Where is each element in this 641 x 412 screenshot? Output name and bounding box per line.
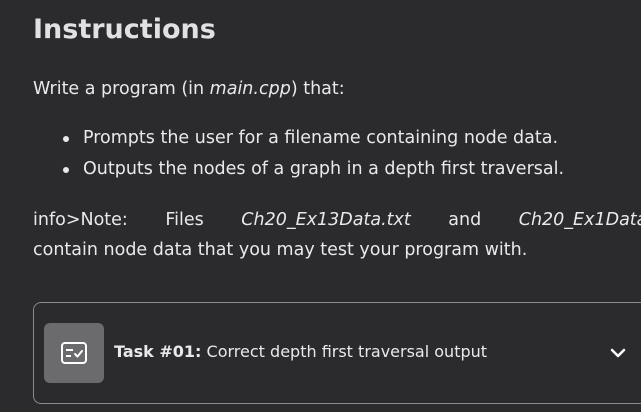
intro-after: ) that: — [290, 79, 345, 99]
list-item-text: Prompts the user for a filename containi… — [83, 128, 559, 148]
list-item-text: Outputs the nodes of a graph in a depth … — [83, 159, 565, 179]
requirements-list: Prompts the user for a filename containi… — [63, 125, 564, 187]
checklist-icon — [44, 323, 104, 383]
intro-before: Write a program (in — [33, 79, 210, 99]
bullet-dot — [63, 167, 69, 173]
checklist-icon-glyph — [61, 342, 87, 364]
note-file-1: Ch20_Ex13Data.txt — [241, 210, 411, 230]
list-item: Prompts the user for a filename containi… — [63, 125, 564, 156]
note-and-word: and — [448, 210, 482, 230]
task-label: Task #01: Correct depth first traversal … — [114, 342, 487, 361]
intro-text: Write a program (in main.cpp) that: — [33, 76, 345, 102]
task-title: Correct depth first traversal output — [206, 342, 488, 361]
note-prefix: info>Note: — [33, 210, 128, 230]
note-file-2: Ch20_Ex1Data. — [518, 210, 641, 230]
list-item: Outputs the nodes of a graph in a depth … — [63, 156, 564, 187]
instructions-panel: Instructions Write a program (in main.cp… — [0, 0, 641, 412]
note-files-word: Files — [165, 210, 204, 230]
task-card[interactable]: Task #01: Correct depth first traversal … — [33, 302, 641, 404]
intro-filename: main.cpp — [209, 79, 291, 99]
note-line-1: info>Note: Files Ch20_Ex13Data.txt and C… — [33, 205, 641, 235]
task-number: Task #01: — [114, 342, 202, 361]
info-note: info>Note: Files Ch20_Ex13Data.txt and C… — [33, 205, 641, 265]
note-line-2: contain node data that you may test your… — [33, 240, 528, 260]
instructions-heading: Instructions — [33, 14, 216, 45]
bullet-dot — [63, 136, 69, 142]
chevron-down-icon[interactable] — [609, 346, 627, 360]
